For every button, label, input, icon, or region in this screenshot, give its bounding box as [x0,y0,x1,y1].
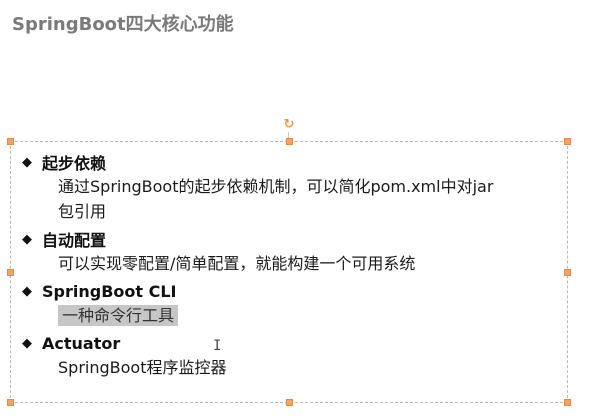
resize-handle-bottom-center[interactable] [286,399,293,406]
bullet-heading: ◆ 起步依赖 [22,150,562,174]
bullet-heading: ◆ Actuator [22,331,562,355]
bullet-section-starter: ◆ 起步依赖 通过SpringBoot的起步依赖机制，可以简化pom.xml中对… [22,150,562,225]
resize-handle-top-right[interactable] [564,138,571,145]
resize-handle-top-center[interactable] [286,138,293,145]
rotate-handle-icon[interactable]: ↻ [282,118,296,132]
heading-text: Actuator [42,333,121,353]
resize-handle-bottom-left[interactable] [7,399,14,406]
bullet-description: 可以实现零配置/简单配置，就能构建一个可用系统 [58,254,416,273]
bullet-list[interactable]: ◆ 起步依赖 通过SpringBoot的起步依赖机制，可以简化pom.xml中对… [22,150,562,383]
bullet-description-selected[interactable]: 一种命令行工具 [58,303,562,329]
resize-handle-top-left[interactable] [7,138,14,145]
heading-text: 自动配置 [42,231,107,250]
resize-handle-middle-right[interactable] [564,269,571,276]
bullet-description: 包引用 [58,202,107,221]
resize-handle-middle-left[interactable] [7,269,14,276]
bullet-heading: ◆ 自动配置 [22,227,562,251]
diamond-bullet-icon: ◆ [22,283,32,299]
bullet-description: SpringBoot程序监控器 [58,358,227,377]
bullet-heading: ◆ SpringBoot CLI [22,279,562,303]
heading-text: SpringBoot CLI [42,281,177,301]
bullet-section-actuator: ◆ Actuator SpringBoot程序监控器 [22,331,562,381]
diamond-bullet-icon: ◆ [22,231,32,247]
resize-handle-bottom-right[interactable] [564,399,571,406]
bullet-section-cli: ◆ SpringBoot CLI 一种命令行工具 [22,279,562,329]
diamond-bullet-icon: ◆ [22,154,32,170]
diamond-bullet-icon: ◆ [22,335,32,351]
heading-text: 起步依赖 [42,154,107,173]
bullet-description: 通过SpringBoot的起步依赖机制，可以简化pom.xml中对jar [58,177,494,196]
slide-canvas: SpringBoot四大核心功能 ↻ ◆ 起步依赖 通过SpringBoot的起… [0,0,591,419]
text-cursor-icon: I [213,338,222,354]
bullet-section-autoconfig: ◆ 自动配置 可以实现零配置/简单配置，就能构建一个可用系统 [22,227,562,277]
slide-title: SpringBoot四大核心功能 [12,14,234,35]
selected-text[interactable]: 一种命令行工具 [58,305,179,326]
